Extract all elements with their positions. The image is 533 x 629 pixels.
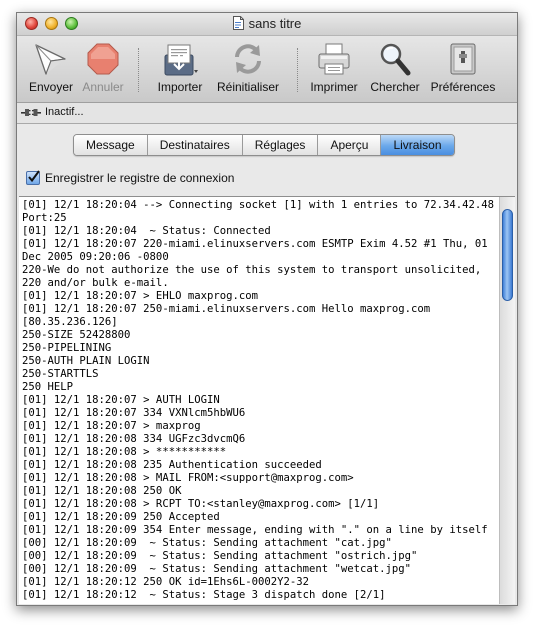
tab-preview[interactable]: Aperçu [318,135,382,155]
preferences-icon [450,43,476,75]
window-title: sans titre [17,16,517,31]
printer-icon [318,43,350,75]
tab-delivery[interactable]: Livraison [381,135,454,155]
checkmark-icon [28,170,40,183]
title-bar[interactable]: sans titre [17,13,517,36]
preferences-label: Préférences [430,80,496,94]
print-label: Imprimer [310,80,358,94]
preferences-button[interactable]: Préférences [427,40,499,94]
import-icon [164,44,198,76]
search-button[interactable]: Chercher [368,40,422,94]
import-label: Importer [157,80,203,94]
toolbar-separator [138,48,139,92]
status-bar: Inactif... [17,103,517,124]
plug-icon [21,109,41,116]
cancel-button[interactable]: Annuler [79,40,127,94]
send-label: Envoyer [28,80,74,94]
scrollbar-thumb[interactable] [502,209,513,301]
send-icon [35,44,66,75]
tab-bar: Message Destinataires Réglages Aperçu Li… [73,134,455,156]
toolbar-separator [297,48,298,92]
log-option-row: Enregistrer le registre de connexion [26,170,235,185]
mail-window: sans titre Envoyer Annuler Importer Réin… [16,12,518,606]
tab-settings[interactable]: Réglages [242,135,319,155]
magnifier-icon [380,43,411,76]
status-text: Inactif... [45,106,84,118]
reset-label: Réinitialiser [216,80,280,94]
save-log-checkbox[interactable] [26,170,40,185]
toolbar: Envoyer Annuler Importer Réinitialiser I… [17,36,517,103]
vertical-scrollbar[interactable] [499,197,515,604]
save-log-label: Enregistrer le registre de connexion [45,171,235,185]
reset-icon [235,44,261,74]
main-panel: Message Destinataires Réglages Aperçu Li… [17,124,517,605]
search-label: Chercher [370,80,420,94]
tab-recipients[interactable]: Destinataires [147,135,243,155]
stop-icon [87,43,119,75]
window-title-text: sans titre [248,16,302,31]
send-button[interactable]: Envoyer [27,40,75,94]
document-icon [232,16,244,30]
import-button[interactable]: Importer [151,40,209,94]
connection-log[interactable]: [01] 12/1 18:20:04 --> Connecting socket… [19,196,515,604]
print-button[interactable]: Imprimer [308,40,360,94]
cancel-label: Annuler [82,80,124,94]
connection-log-text: [01] 12/1 18:20:04 --> Connecting socket… [22,199,494,601]
tab-message[interactable]: Message [74,135,148,155]
reset-button[interactable]: Réinitialiser [213,40,283,94]
